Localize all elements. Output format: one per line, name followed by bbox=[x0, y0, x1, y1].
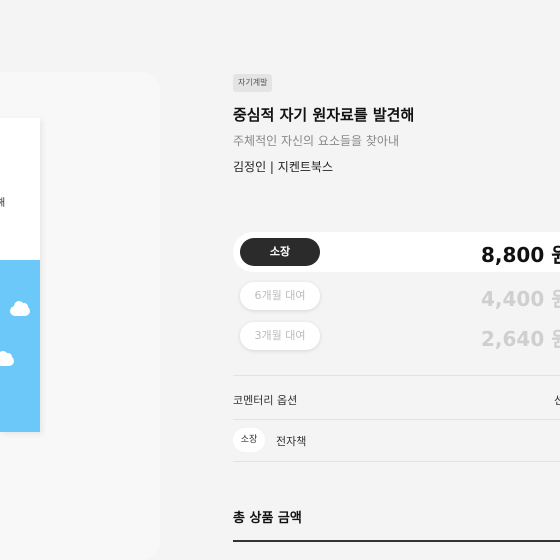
option-pill-rent-6m[interactable]: 6개월 대여 bbox=[240, 282, 320, 310]
divider bbox=[233, 419, 560, 420]
total-divider bbox=[233, 540, 560, 542]
book-cover-sky bbox=[0, 260, 40, 432]
option-pill-rent-3m[interactable]: 3개월 대여 bbox=[240, 322, 320, 350]
complementary-options-label: 코멘터리 옵션 bbox=[233, 394, 298, 407]
divider bbox=[233, 461, 560, 462]
divider bbox=[233, 375, 560, 376]
book-cover[interactable]: 해 bbox=[0, 118, 40, 432]
option-row-own[interactable]: 소장 8,800 원 bbox=[233, 232, 560, 272]
book-author[interactable]: 김정인 | 지켄트북스 bbox=[233, 158, 333, 175]
format-label: 전자책 bbox=[276, 435, 307, 448]
option-price-rent-6m: 4,400 원 bbox=[481, 287, 560, 311]
option-price-rent-3m: 2,640 원 bbox=[481, 327, 560, 351]
category-badge[interactable]: 자기계발 bbox=[233, 74, 273, 92]
book-title: 중심적 자기 원자료를 발견해 bbox=[233, 106, 415, 124]
complementary-select[interactable]: 선 bbox=[554, 392, 560, 408]
option-row-rent-6m[interactable]: 6개월 대여 4,400 원 bbox=[233, 276, 560, 314]
option-pill-own[interactable]: 소장 bbox=[240, 238, 320, 266]
book-subtitle: 주체적인 자신의 요소들을 찾아내 bbox=[233, 134, 400, 148]
cloud-shape bbox=[0, 351, 14, 366]
option-row-rent-3m[interactable]: 3개월 대여 2,640 원 bbox=[233, 316, 560, 354]
format-badge: 소장 bbox=[233, 428, 265, 452]
book-cover-text: 해 bbox=[0, 198, 6, 209]
total-price-label: 총 상품 금액 bbox=[233, 511, 302, 526]
cloud-shape bbox=[10, 301, 30, 316]
option-price-own: 8,800 원 bbox=[481, 243, 560, 267]
